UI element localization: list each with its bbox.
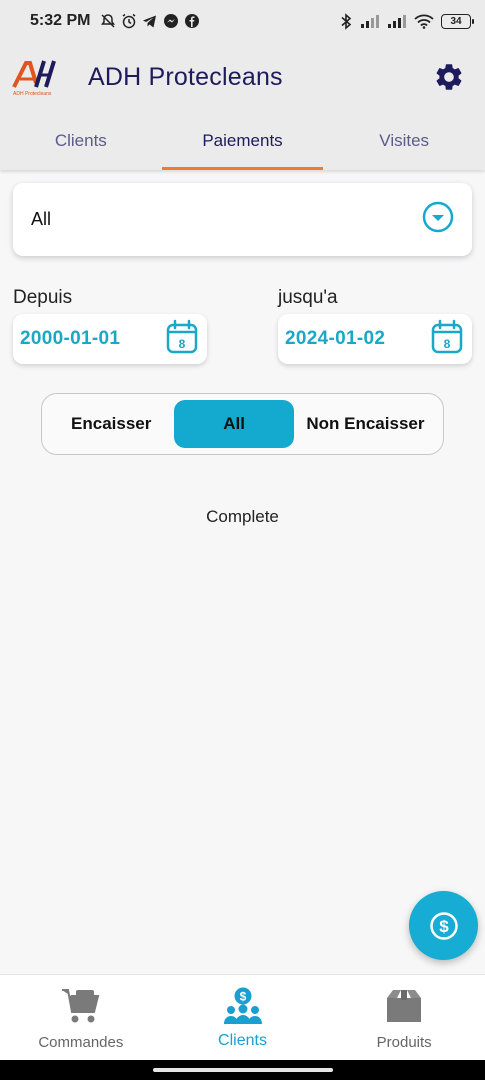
page-title: ADH Protecleans [88, 62, 283, 91]
home-indicator[interactable] [153, 1068, 333, 1072]
logo-icon: ADH Protecleans [12, 60, 56, 97]
calendar-day: 8 [444, 337, 451, 351]
svg-text:$: $ [439, 917, 449, 936]
app-logo: ADH Protecleans [12, 54, 58, 100]
mute-bell-icon [101, 14, 116, 28]
list-status-text: Complete [206, 507, 279, 526]
nav-clients[interactable]: $ Clients [162, 975, 324, 1060]
alarm-icon [123, 13, 136, 29]
signal-icon [361, 15, 379, 28]
status-time: 5:32 PM [30, 12, 91, 29]
payment-status-toggle: Encaisser All Non Encaisser [41, 393, 444, 455]
svg-text:$: $ [239, 990, 246, 1004]
screen: 5:32 PM 34 ADH Protecleans ADH Proteclea… [0, 0, 485, 1080]
segment-non-encaisser[interactable]: Non Encaisser [294, 400, 437, 448]
battery-indicator: 34 [441, 13, 474, 29]
status-right: 34 [339, 12, 474, 30]
nav-label-produits: Produits [376, 1034, 432, 1051]
dropdown-value: All [31, 209, 52, 229]
box-icon [387, 990, 422, 1022]
tab-visites[interactable]: Visites [323, 112, 485, 170]
cart-icon [61, 989, 100, 1023]
status-bar: 5:32 PM 34 [0, 0, 485, 42]
wifi-icon [414, 14, 434, 29]
nav-label-clients: Clients [218, 1032, 267, 1049]
chevron-down-icon [422, 201, 454, 238]
tab-bar: Clients Paiements Visites [0, 112, 485, 170]
telegram-icon [143, 15, 157, 28]
settings-button[interactable] [425, 53, 473, 101]
nav-produits[interactable]: Produits [323, 975, 485, 1060]
calendar-icon: 8 [165, 319, 199, 360]
from-date-value: 2000-01-01 [20, 328, 121, 349]
tab-clients[interactable]: Clients [0, 112, 162, 170]
to-date-label: jusqu'a [278, 287, 338, 308]
calendar-day: 8 [179, 337, 186, 351]
system-gesture-bar [0, 1060, 485, 1080]
gear-icon [436, 64, 462, 90]
to-date-value: 2024-01-02 [285, 328, 386, 349]
add-payment-button[interactable]: $ [409, 891, 478, 960]
bottom-nav: Commandes $ Clients Produits [0, 974, 485, 1060]
nav-label-commandes: Commandes [38, 1034, 124, 1051]
notification-icons [100, 13, 200, 29]
to-date-field[interactable]: 2024-01-02 8 [278, 314, 472, 364]
status-left: 5:32 PM [30, 12, 200, 30]
signal-icon-2 [388, 15, 406, 28]
segment-all[interactable]: All [174, 400, 294, 448]
nav-commandes[interactable]: Commandes [0, 975, 162, 1060]
segment-encaisser[interactable]: Encaisser [48, 400, 174, 448]
filter-dropdown[interactable]: All [13, 183, 472, 256]
calendar-icon: 8 [430, 319, 464, 360]
from-date-label: Depuis [13, 287, 73, 308]
app-bar: ADH Protecleans ADH Protecleans [0, 42, 485, 112]
messenger-icon [164, 14, 179, 28]
logo-text: ADH Protecleans [13, 91, 52, 97]
tab-paiements[interactable]: Paiements [161, 112, 324, 170]
from-date-field[interactable]: 2000-01-01 8 [13, 314, 207, 364]
clients-icon: $ [223, 987, 262, 1024]
facebook-icon [185, 14, 200, 28]
bluetooth-icon [341, 12, 352, 30]
dollar-icon: $ [429, 911, 458, 940]
